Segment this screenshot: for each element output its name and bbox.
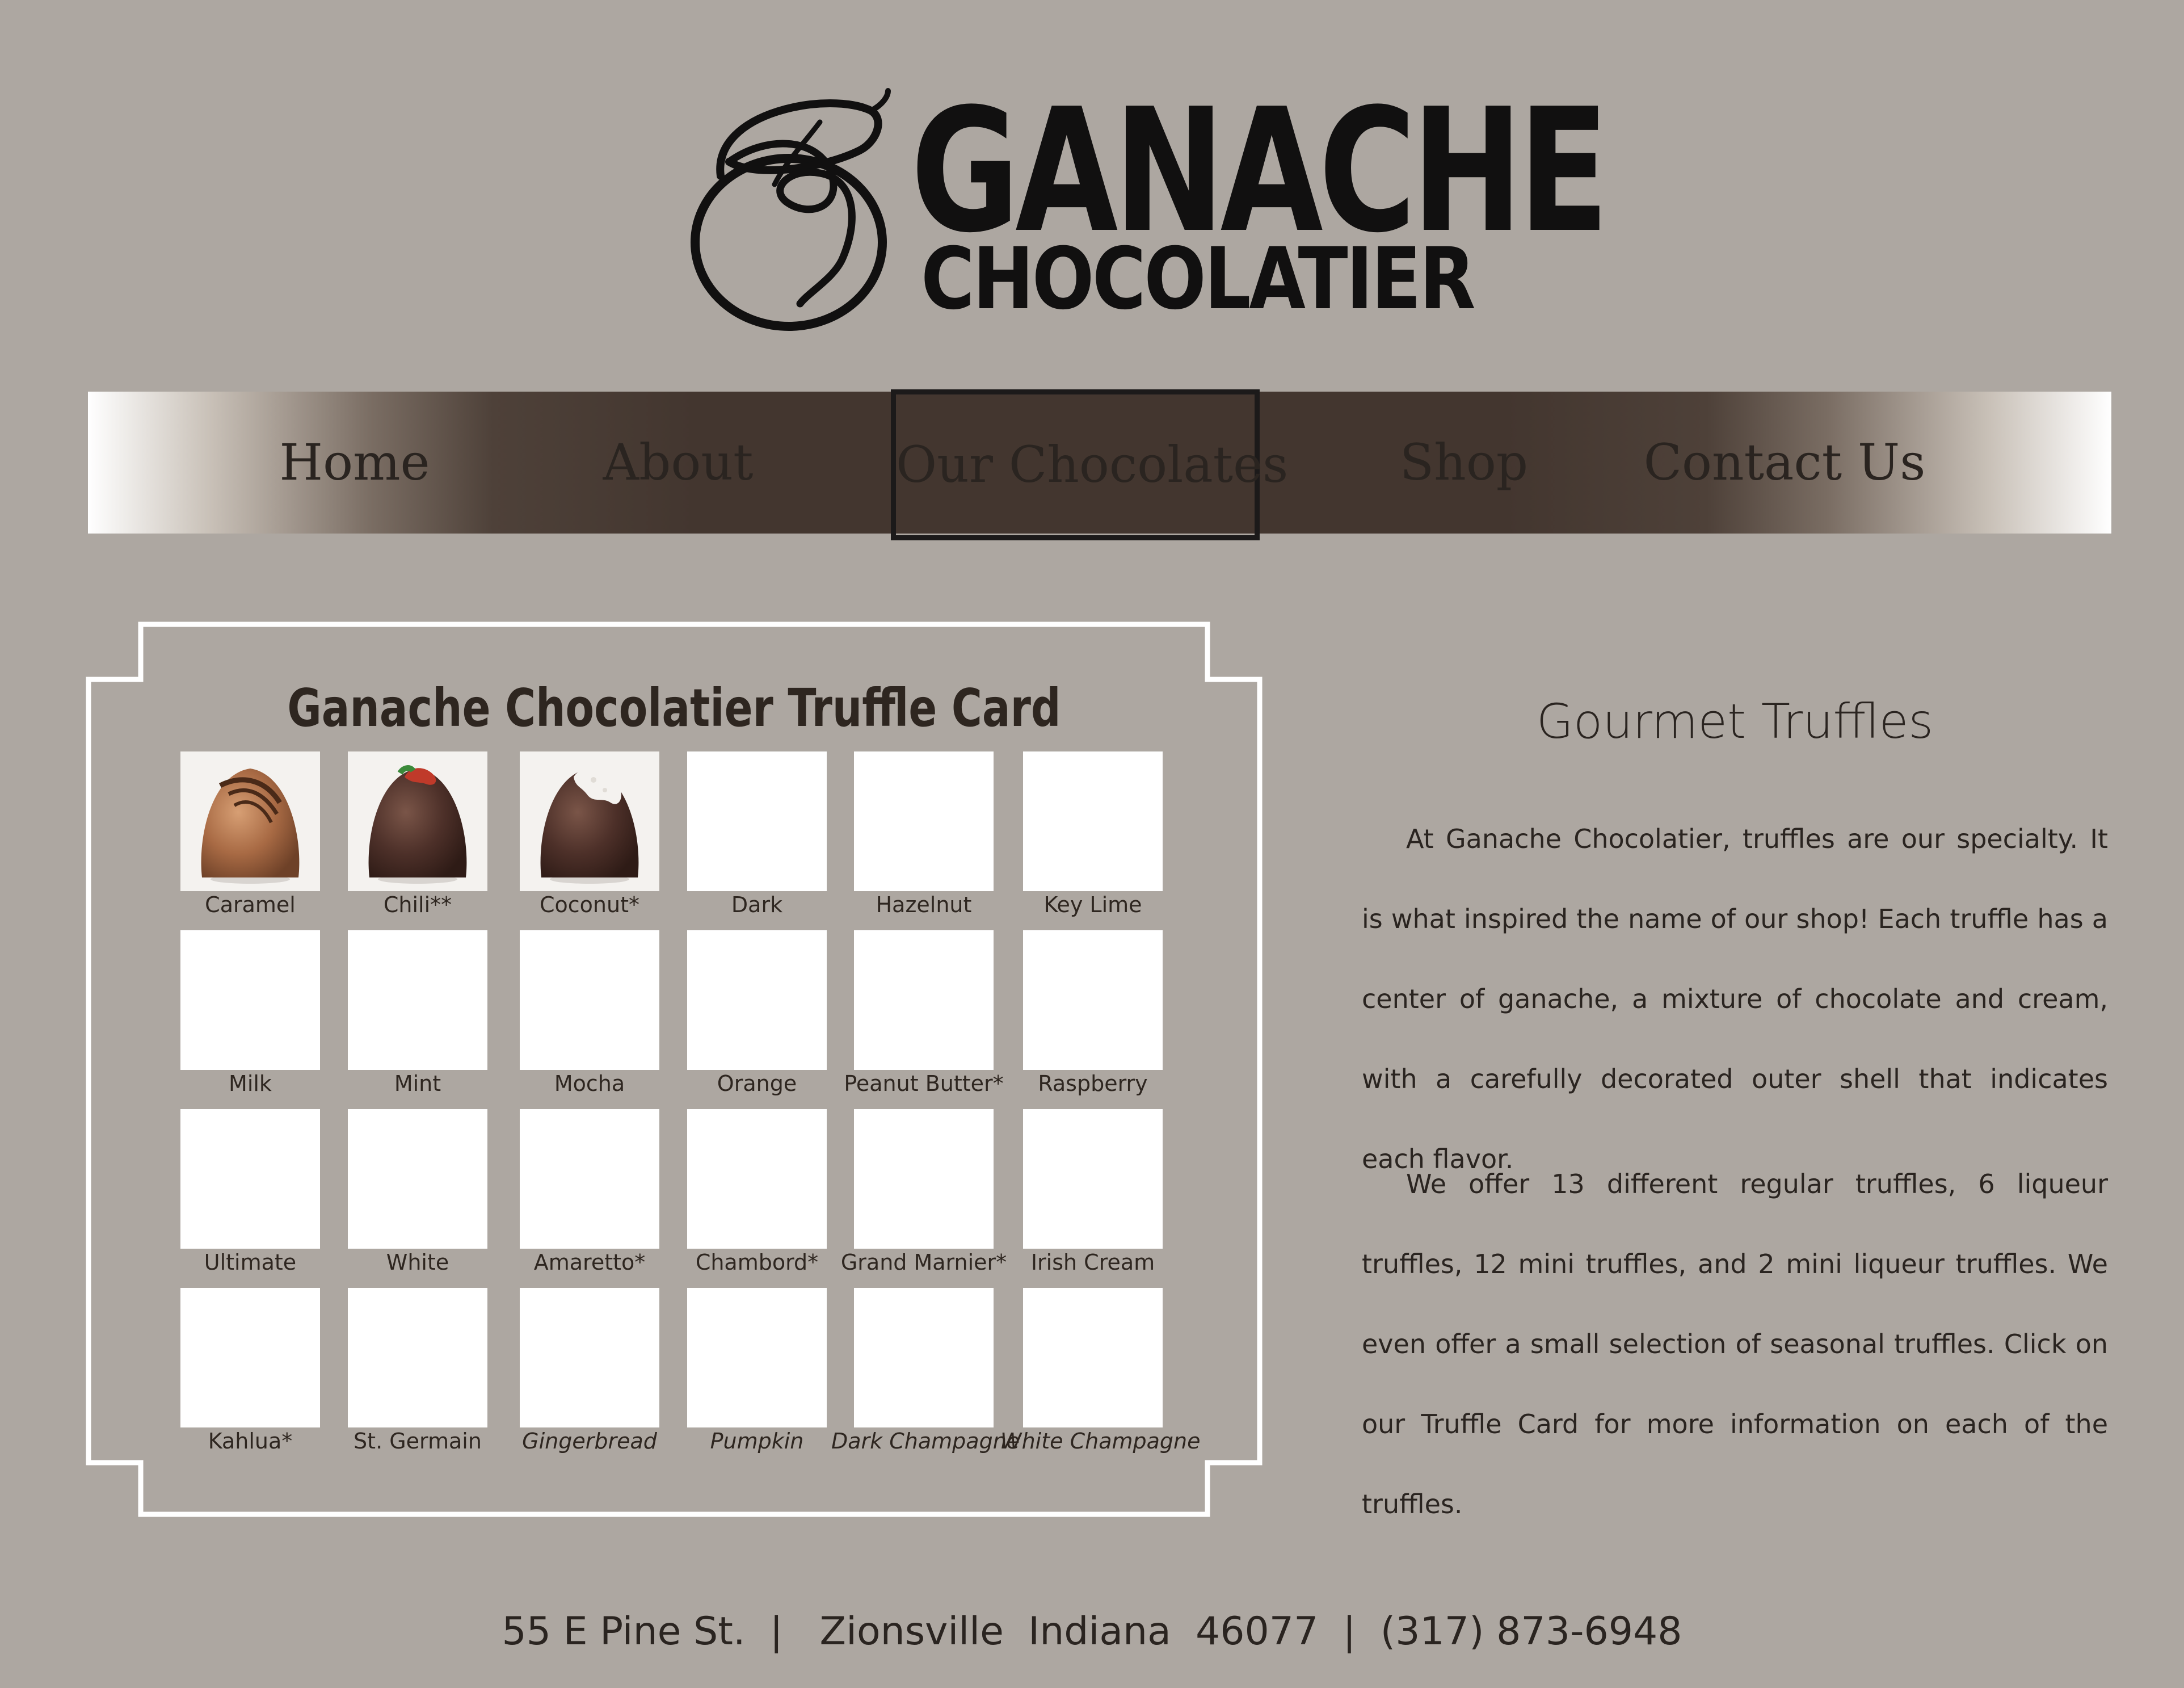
raspberry-truffle-image[interactable] — [1023, 930, 1163, 1070]
truffle-label: Mocha — [554, 1071, 625, 1096]
truffle-item-key-lime[interactable]: Key Lime — [1023, 751, 1193, 922]
gingerbread-truffle-image[interactable] — [520, 1288, 659, 1427]
ultimate-truffle-image[interactable] — [180, 1109, 320, 1249]
hazelnut-truffle-image[interactable] — [854, 751, 994, 891]
chili-truffle-image[interactable] — [348, 751, 487, 891]
grand-marnier-truffle-image[interactable] — [854, 1109, 994, 1249]
mocha-truffle-image[interactable] — [520, 930, 659, 1070]
truffle-label: White Champagne — [1000, 1429, 1201, 1454]
milk-truffle-image[interactable] — [180, 930, 320, 1070]
truffle-label: Coconut* — [540, 892, 639, 917]
irish-cream-truffle-image[interactable] — [1023, 1109, 1163, 1249]
key-lime-truffle-image[interactable] — [1023, 751, 1163, 891]
section-heading: Gourmet Truffles — [1536, 694, 1934, 749]
swirl-monogram-icon — [691, 88, 891, 331]
nav-contact-us-link[interactable]: Contact Us — [1631, 392, 1938, 534]
truffle-item-grand-marnier[interactable]: Grand Marnier* — [841, 1109, 1024, 1279]
truffle-card[interactable]: Ganache Chocolatier Truffle Card Caramel… — [84, 620, 1264, 1518]
truffle-item-peanut-butter[interactable]: Peanut Butter* — [844, 930, 1024, 1101]
truffle-label: Chili** — [383, 892, 452, 917]
truffle-item-white-champagne[interactable]: White Champagne — [1000, 1288, 1200, 1458]
truffle-item-raspberry[interactable]: Raspberry — [1023, 930, 1193, 1101]
truffle-label: Hazelnut — [876, 892, 972, 917]
truffle-item-hazelnut[interactable]: Hazelnut — [854, 751, 1024, 922]
truffle-label: Milk — [229, 1071, 272, 1096]
truffle-item-dark-champagne[interactable]: Dark Champagne — [831, 1288, 1024, 1458]
pumpkin-truffle-image[interactable] — [687, 1288, 827, 1427]
truffle-label: Peanut Butter* — [844, 1071, 1004, 1096]
truffle-card-title: Ganache Chocolatier Truffle Card — [287, 678, 1061, 738]
intro-paragraph: At Ganache Chocolatier, truffles are our… — [1362, 824, 2108, 1174]
truffle-label: Mint — [394, 1071, 441, 1096]
truffle-label: Pumpkin — [710, 1429, 804, 1454]
truffle-label: Dark — [731, 892, 783, 917]
truffle-label: Irish Cream — [1030, 1250, 1155, 1275]
mint-truffle-image[interactable] — [348, 930, 487, 1070]
truffle-label: St. Germain — [354, 1429, 482, 1454]
dark-truffle-image[interactable] — [687, 751, 827, 891]
caramel-truffle-image[interactable] — [180, 751, 320, 891]
truffle-item-chili[interactable]: Chili** — [348, 751, 518, 922]
logo-subtitle: CHOCOLATIER — [921, 230, 1476, 329]
truffle-item-st-germain[interactable]: St. Germain — [348, 1288, 518, 1458]
logo-title: GANACHE — [911, 72, 1609, 270]
truffle-item-white[interactable]: White — [348, 1109, 518, 1279]
footer-address: 55 E Pine St. | Zionsville Indiana 46077… — [502, 1609, 1682, 1654]
white-truffle-image[interactable] — [348, 1109, 487, 1249]
chambord-truffle-image[interactable] — [687, 1109, 827, 1249]
truffle-label: Raspberry — [1038, 1071, 1148, 1096]
dark-champagne-truffle-image[interactable] — [854, 1288, 994, 1427]
nav-home-link[interactable]: Home — [258, 392, 451, 534]
white-champagne-truffle-image[interactable] — [1023, 1288, 1163, 1427]
amaretto-truffle-image[interactable] — [520, 1109, 659, 1249]
nav-our-chocolates-link[interactable]: Our Chocolates — [891, 389, 1288, 540]
truffle-label: White — [386, 1250, 449, 1275]
truffle-label: Caramel — [205, 892, 296, 917]
truffle-label: Ultimate — [204, 1250, 297, 1275]
peanut-butter-truffle-image[interactable] — [854, 930, 994, 1070]
truffle-label: Chambord* — [695, 1250, 819, 1275]
st-germain-truffle-image[interactable] — [348, 1288, 487, 1427]
truffle-item-mint[interactable]: Mint — [348, 930, 518, 1101]
kahlua-truffle-image[interactable] — [180, 1288, 320, 1427]
orange-truffle-image[interactable] — [687, 930, 827, 1070]
nav-shop-link[interactable]: Shop — [1370, 392, 1558, 534]
truffle-label: Key Lime — [1043, 892, 1142, 917]
coconut-truffle-image[interactable] — [520, 751, 659, 891]
nav-about-link[interactable]: About — [570, 392, 786, 534]
truffle-label: Gingerbread — [522, 1429, 657, 1454]
main-nav: Home About Our Chocolates Shop Contact U… — [88, 389, 2111, 540]
truffle-label: Dark Champagne — [831, 1429, 1020, 1454]
offer-paragraph: We offer 13 different regular truffles, … — [1362, 1169, 2108, 1519]
truffle-item-irish-cream[interactable]: Irish Cream — [1023, 1109, 1193, 1279]
truffle-label: Amaretto* — [533, 1250, 646, 1275]
site-logo[interactable]: GANACHE CHOCOLATIER — [689, 72, 1609, 338]
truffle-label: Kahlua* — [208, 1429, 293, 1454]
truffle-label: Grand Marnier* — [840, 1250, 1007, 1275]
truffle-label: Orange — [717, 1071, 797, 1096]
